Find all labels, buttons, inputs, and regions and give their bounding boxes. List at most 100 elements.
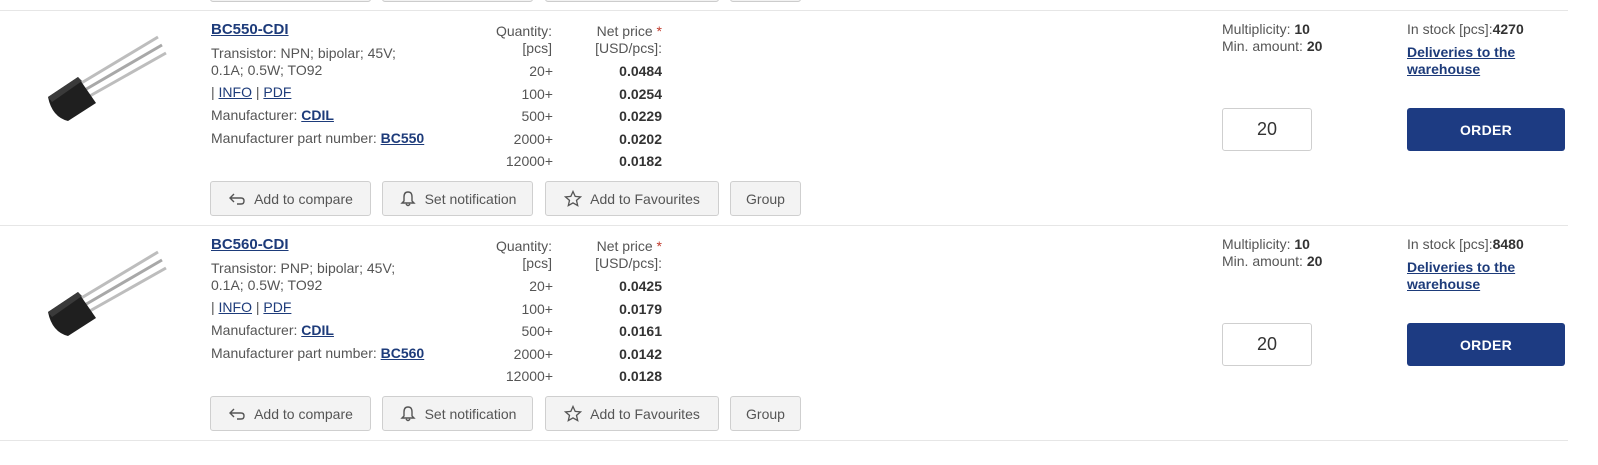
tier-price: 0.0128 xyxy=(619,368,662,384)
manufacturer-label: Manufacturer: xyxy=(211,107,302,123)
links-separator: | xyxy=(251,84,264,100)
prev-row-group-button[interactable] xyxy=(730,0,801,2)
pdf-link[interactable]: PDF xyxy=(263,299,291,315)
price-header-line2: [USD/pcs]: xyxy=(595,255,662,271)
price-tier: 500+ 0.0161 xyxy=(470,323,670,346)
tier-price: 0.0229 xyxy=(619,108,662,124)
transistor-thumbnail[interactable] xyxy=(38,240,168,336)
compare-icon xyxy=(229,408,245,420)
required-star: * xyxy=(656,23,662,39)
tier-price: 0.0161 xyxy=(619,323,662,339)
price-header: Net price * [USD/pcs]: xyxy=(570,23,662,57)
price-tiers: 20+ 0.0425 100+ 0.0179 500+ 0.0161 2000+ 0.0… xyxy=(470,278,670,391)
min-amount-label: Min. amount: xyxy=(1222,253,1307,269)
group-button[interactable]: Group xyxy=(730,396,801,431)
favourites-label: Add to Favourites xyxy=(590,405,700,422)
compare-label: Add to compare xyxy=(254,405,353,422)
add-to-compare-button[interactable]: Add to compare xyxy=(210,181,371,216)
price-tier: 2000+ 0.0142 xyxy=(470,346,670,369)
quantity-input[interactable] xyxy=(1222,323,1312,366)
manufacturer-line: Manufacturer: CDIL xyxy=(211,107,334,123)
add-to-compare-button[interactable]: Add to compare xyxy=(210,396,371,431)
group-label: Group xyxy=(746,190,785,207)
order-button[interactable]: ORDER xyxy=(1407,108,1565,151)
stock-label: In stock [pcs]: xyxy=(1407,21,1493,37)
set-notification-button[interactable]: Set notification xyxy=(382,181,533,216)
tier-quantity: 500+ xyxy=(521,323,553,339)
tier-quantity: 100+ xyxy=(521,85,553,102)
transistor-thumbnail[interactable] xyxy=(38,25,168,121)
product-description: Transistor: NPN; bipolar; 45V; 0.1A; 0.5… xyxy=(211,45,396,78)
deliveries-link[interactable]: Deliveries to the warehouse xyxy=(1407,259,1547,293)
min-amount-label: Min. amount: xyxy=(1222,38,1307,54)
tier-quantity: 20+ xyxy=(529,278,553,294)
row-divider xyxy=(0,440,1568,441)
info-link[interactable]: INFO xyxy=(219,299,252,315)
min-amount-value: 20 xyxy=(1306,253,1323,269)
stock-label: In stock [pcs]: xyxy=(1407,236,1493,252)
star-icon xyxy=(564,189,583,207)
mpn-label: Manufacturer part number: xyxy=(211,130,381,146)
price-header: Net price * [USD/pcs]: xyxy=(570,238,662,272)
prev-row-notify-button[interactable] xyxy=(382,0,533,2)
group-label: Group xyxy=(746,405,785,422)
min-amount-value: 20 xyxy=(1306,38,1323,54)
deliveries-link[interactable]: Deliveries to the warehouse xyxy=(1407,44,1547,78)
notification-label: Set notification xyxy=(424,190,517,207)
tier-quantity: 2000+ xyxy=(513,130,553,147)
manufacturer-link[interactable]: CDIL xyxy=(301,322,334,338)
add-to-favourites-button[interactable]: Add to Favourites xyxy=(545,181,719,216)
links-prefix: | xyxy=(211,84,219,100)
compare-label: Add to compare xyxy=(254,190,353,207)
price-tier: 2000+ 0.0202 xyxy=(470,131,670,154)
quantity-header-line1: Quantity: xyxy=(495,23,552,39)
doc-links: | INFO | PDF xyxy=(211,84,291,100)
prev-row-favourites-button[interactable] xyxy=(545,0,719,2)
multiplicity-label: Multiplicity: xyxy=(1222,21,1295,37)
mpn-link[interactable]: BC550 xyxy=(381,130,425,146)
mpn-line: Manufacturer part number: BC550 xyxy=(211,130,424,146)
info-link[interactable]: INFO xyxy=(219,84,252,100)
quantity-header-line2: [pcs] xyxy=(522,255,552,271)
tier-price: 0.0425 xyxy=(619,278,662,294)
compare-icon xyxy=(229,193,245,205)
links-separator: | xyxy=(251,299,264,315)
manufacturer-link[interactable]: CDIL xyxy=(301,107,334,123)
product-code-link[interactable]: BC560-CDI xyxy=(211,236,289,253)
quantity-input[interactable] xyxy=(1222,108,1312,151)
quantity-header: Quantity: [pcs] xyxy=(480,238,552,272)
quantity-header: Quantity: [pcs] xyxy=(480,23,552,57)
tier-quantity: 100+ xyxy=(521,300,553,317)
price-header-line1: Net price xyxy=(596,23,653,39)
tier-quantity: 12000+ xyxy=(505,153,553,169)
doc-links: | INFO | PDF xyxy=(211,299,291,315)
tier-price: 0.0142 xyxy=(619,345,662,362)
required-star: * xyxy=(656,238,662,254)
product-code-link[interactable]: BC550-CDI xyxy=(211,21,289,38)
mpn-line: Manufacturer part number: BC560 xyxy=(211,345,424,361)
notification-label: Set notification xyxy=(424,405,517,422)
set-notification-button[interactable]: Set notification xyxy=(382,396,533,431)
quantity-header-line1: Quantity: xyxy=(495,238,552,254)
star-icon xyxy=(564,404,583,422)
multiplicity-value: 10 xyxy=(1294,21,1310,37)
price-header-line2: [USD/pcs]: xyxy=(595,40,662,56)
price-tier: 20+ 0.0425 xyxy=(470,278,670,301)
price-header-line1: Net price xyxy=(596,238,653,254)
stock-value: 4270 xyxy=(1492,21,1524,37)
order-button[interactable]: ORDER xyxy=(1407,323,1565,366)
quantity-header-line2: [pcs] xyxy=(522,40,552,56)
links-prefix: | xyxy=(211,299,219,315)
mpn-link[interactable]: BC560 xyxy=(381,345,425,361)
price-tier: 20+ 0.0484 xyxy=(470,63,670,86)
tier-quantity: 500+ xyxy=(521,108,553,124)
stock-info: In stock [pcs]:8480 xyxy=(1407,236,1524,253)
group-button[interactable]: Group xyxy=(730,181,801,216)
add-to-favourites-button[interactable]: Add to Favourites xyxy=(545,396,719,431)
product-row: BC550-CDI Transistor: NPN; bipolar; 45V;… xyxy=(0,11,1598,226)
price-tier: 100+ 0.0254 xyxy=(470,86,670,109)
stock-value: 8480 xyxy=(1492,236,1524,252)
prev-row-compare-button[interactable] xyxy=(210,0,371,2)
multiplicity-label: Multiplicity: xyxy=(1222,236,1295,252)
pdf-link[interactable]: PDF xyxy=(263,84,291,100)
